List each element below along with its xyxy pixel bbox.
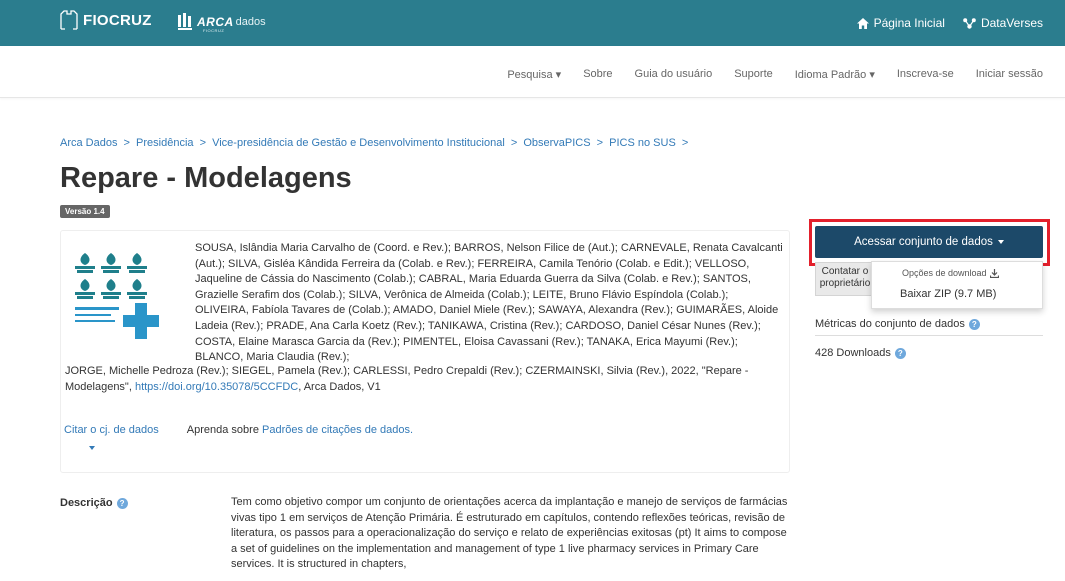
help-icon[interactable]: ? bbox=[968, 318, 980, 330]
downloads-count-label: 428 Downloads bbox=[815, 347, 891, 359]
citation-suffix: , Arca Dados, V1 bbox=[298, 380, 381, 393]
arca-logo[interactable]: ARCA dados FIOCRUZ bbox=[177, 13, 266, 33]
nav-item-pesquisa[interactable]: Pesquisa ▾ bbox=[507, 68, 561, 81]
nav-item-login[interactable]: Iniciar sessão bbox=[976, 68, 1043, 81]
citation-text-continued: JORGE, Michelle Pedroza (Rev.); SIEGEL, … bbox=[65, 364, 785, 395]
citation-box: SOUSA, Islândia Maria Carvalho de (Coord… bbox=[60, 230, 790, 473]
top-links: Página Inicial DataVerses bbox=[856, 16, 1043, 30]
dataset-thumbnail bbox=[71, 241, 171, 343]
dataverses-icon bbox=[963, 17, 976, 29]
metrics-divider bbox=[815, 335, 1043, 336]
nav-item-inscreva[interactable]: Inscreva-se bbox=[897, 68, 954, 81]
dataverses-link-label: DataVerses bbox=[980, 16, 1043, 30]
version-badge: Versão 1.4 bbox=[60, 205, 110, 218]
breadcrumb-separator: > bbox=[123, 137, 130, 149]
learn-citation-text: Aprenda sobre Padrões de citações de dad… bbox=[187, 424, 413, 436]
arca-logo-sub: FIOCRUZ bbox=[203, 28, 225, 33]
arca-icon bbox=[178, 13, 192, 30]
access-dropdown-menu: Opções de download Baixar ZIP (9.7 MB) bbox=[871, 261, 1043, 309]
breadcrumb-separator: > bbox=[510, 137, 518, 149]
arca-logo-word: ARCA bbox=[197, 15, 234, 29]
page-title: Repare - Modelagens bbox=[60, 162, 352, 194]
breadcrumb-separator: > bbox=[199, 137, 207, 149]
fiocruz-logo-text: FIOCRUZ bbox=[83, 12, 152, 29]
nav-item-idioma[interactable]: Idioma Padrão ▾ bbox=[795, 68, 875, 81]
breadcrumb-item[interactable]: ObservaPICS bbox=[523, 137, 590, 149]
nav-item-sobre[interactable]: Sobre bbox=[583, 68, 612, 81]
citation-standards-link[interactable]: Padrões de citações de dados. bbox=[262, 424, 413, 436]
home-link-label: Página Inicial bbox=[873, 16, 945, 30]
plant-pharmacy-icon bbox=[75, 253, 159, 339]
fiocruz-building-icon bbox=[60, 10, 78, 30]
breadcrumb-item[interactable]: Arca Dados bbox=[60, 137, 117, 149]
breadcrumb-item[interactable]: Vice-presidência de Gestão e Desenvolvim… bbox=[212, 137, 505, 149]
breadcrumb-separator: > bbox=[596, 137, 604, 149]
home-icon bbox=[856, 17, 869, 29]
breadcrumb-item[interactable]: PICS no SUS bbox=[609, 137, 676, 149]
nav-items: Pesquisa ▾ Sobre Guia do usuário Suporte… bbox=[485, 68, 1043, 81]
citation-actions: Citar o cj. de dados Aprenda sobre Padrõ… bbox=[64, 424, 413, 436]
breadcrumb-item[interactable]: Presidência bbox=[136, 137, 193, 149]
learn-prefix: Aprenda sobre bbox=[186, 424, 262, 436]
downloads-count: 428 Downloads ? bbox=[815, 347, 906, 359]
help-icon[interactable]: ? bbox=[894, 347, 906, 359]
download-options-header: Opções de download bbox=[902, 268, 999, 278]
metrics-title-label: Métricas do conjunto de dados bbox=[815, 318, 965, 330]
description-label: Descrição ? bbox=[60, 497, 128, 509]
home-link[interactable]: Página Inicial bbox=[856, 16, 945, 30]
breadcrumb-separator: > bbox=[681, 137, 689, 149]
download-options-label: Opções de download bbox=[902, 268, 987, 278]
nav-item-suporte[interactable]: Suporte bbox=[734, 68, 773, 81]
fiocruz-logo[interactable]: FIOCRUZ bbox=[60, 10, 152, 30]
description-label-text: Descrição bbox=[60, 497, 113, 509]
download-icon bbox=[989, 268, 999, 278]
nav-item-guia[interactable]: Guia do usuário bbox=[635, 68, 713, 81]
contact-owner-button[interactable]: Contatar o proprietário bbox=[815, 262, 875, 296]
dataverses-link[interactable]: DataVerses bbox=[963, 16, 1043, 30]
highlight-box bbox=[809, 219, 1050, 266]
help-icon[interactable]: ? bbox=[116, 497, 128, 509]
top-bar: FIOCRUZ ARCA dados FIOCRUZ Página Inicia… bbox=[0, 0, 1065, 46]
doi-link[interactable]: https://doi.org/10.35078/5CCFDC bbox=[135, 381, 298, 393]
main-nav: Pesquisa ▾ Sobre Guia do usuário Suporte… bbox=[0, 46, 1065, 98]
citation-text: SOUSA, Islândia Maria Carvalho de (Coord… bbox=[195, 242, 783, 364]
metrics-title: Métricas do conjunto de dados ? bbox=[815, 318, 980, 330]
description-text: Tem como objetivo compor um conjunto de … bbox=[231, 496, 788, 571]
cite-dropdown-caret[interactable] bbox=[89, 446, 95, 450]
arca-logo-word2: dados bbox=[235, 16, 266, 28]
download-zip-option[interactable]: Baixar ZIP (9.7 MB) bbox=[900, 288, 996, 300]
cite-dataset-button[interactable]: Citar o cj. de dados bbox=[64, 424, 159, 436]
breadcrumb: Arca Dados > Presidência > Vice-presidên… bbox=[60, 137, 691, 149]
